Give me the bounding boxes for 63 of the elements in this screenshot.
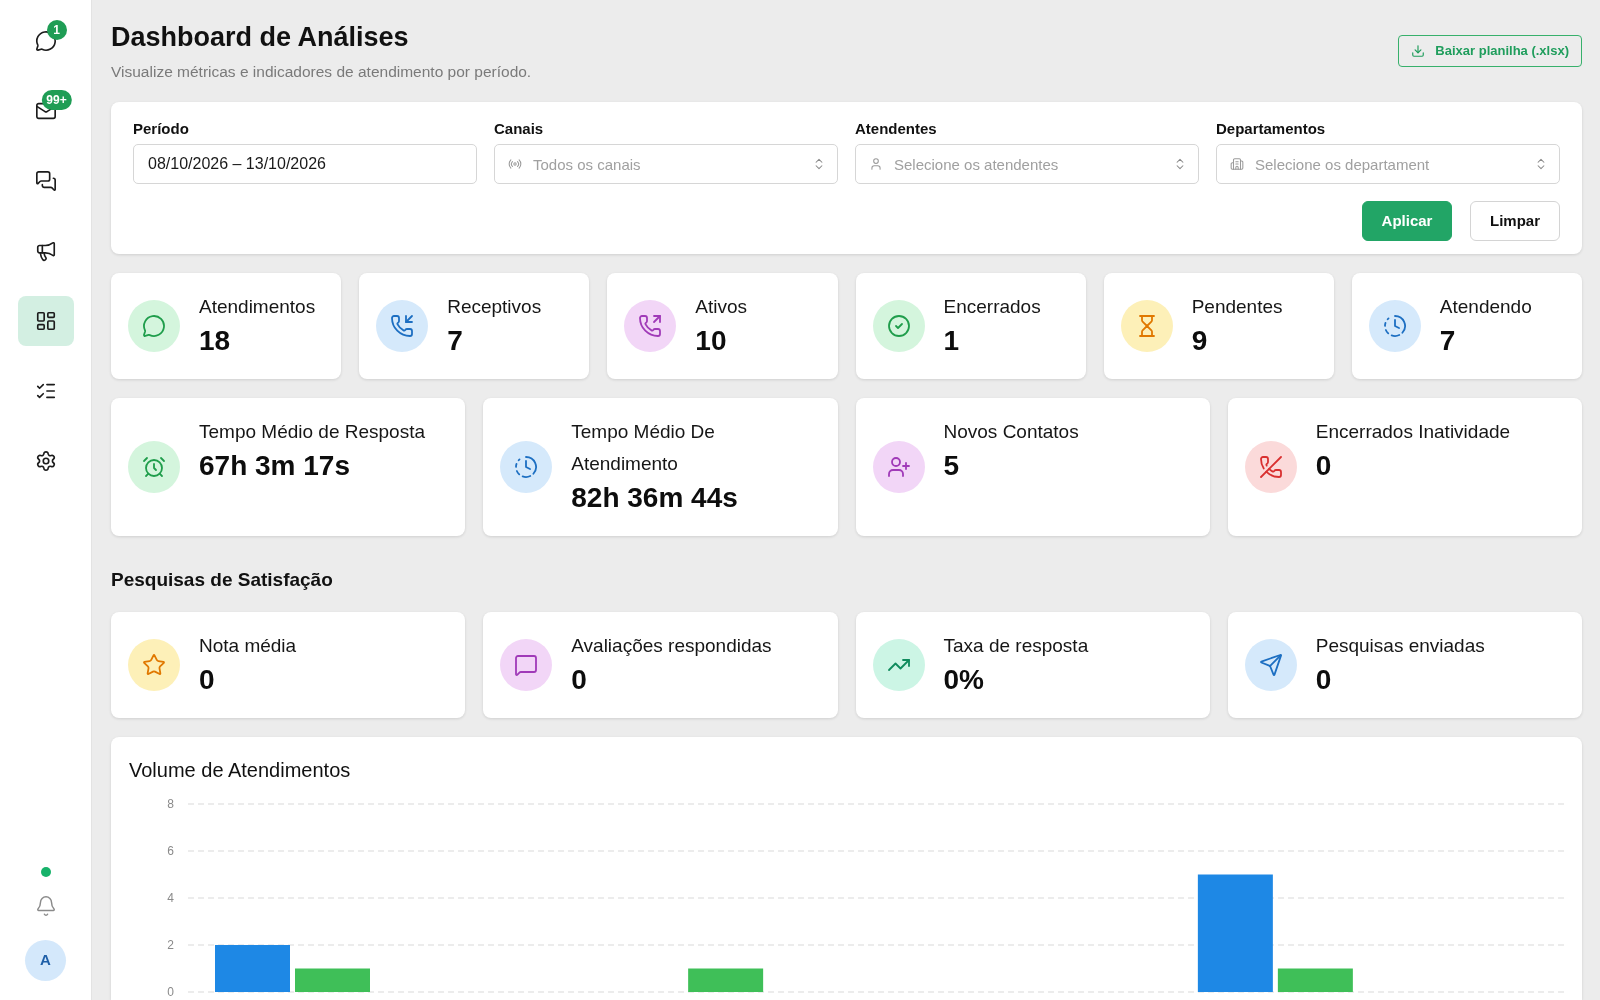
select-field[interactable]: Todos os canais (494, 144, 838, 184)
dashboard-icon (34, 310, 57, 332)
notification-badge: 1 (46, 20, 67, 40)
stat-label: Ativos (695, 295, 748, 319)
stat-value: 67h 3m 17s (199, 449, 351, 483)
date-range-field[interactable]: 08/10/2026 – 13/10/2026 (133, 144, 477, 184)
megaphone-icon (34, 240, 57, 262)
stat-label: Tempo Médio de Resposta (199, 420, 425, 444)
building-icon (1230, 157, 1244, 171)
stat-label: Receptivos (447, 295, 542, 319)
stat-label: Tempo Médio De Atendimento (571, 420, 716, 476)
chat-nav-button[interactable]: 1 (17, 16, 74, 66)
apply-button[interactable]: Aplicar (1362, 201, 1452, 241)
radio-waves-icon (508, 157, 522, 171)
stat-label: Novos Contatos (943, 420, 1079, 444)
stat-value: 10 (695, 324, 728, 358)
stat-value: 0 (199, 663, 216, 697)
stat-value: 7 (447, 324, 464, 358)
axis-tick-label: 4 (167, 891, 174, 905)
stat-label: Taxa de resposta (943, 634, 1089, 658)
stat-label: Pendentes (1191, 295, 1283, 319)
chat-bubbles-icon (34, 170, 57, 192)
page-title: Dashboard de Análises (111, 21, 410, 54)
chart-title: Volume de Atendimentos (128, 758, 352, 782)
stat-label: Nota média (199, 634, 297, 658)
stat-value: 5 (943, 449, 961, 483)
stat-value: 0 (571, 663, 588, 697)
page-subtitle: Visualize métricas e indicadores de atendimento por período. (111, 62, 532, 82)
avatar[interactable]: A (25, 940, 66, 981)
stat-value: 82h 36m 44s (571, 481, 739, 515)
stat-label: Encerrados (943, 295, 1041, 319)
settings-icon (34, 450, 57, 472)
stat-value: 9 (1191, 324, 1209, 358)
stat-label: Atendimentos (199, 295, 316, 319)
download-icon (1411, 44, 1426, 58)
person-icon (869, 157, 883, 171)
axis-tick-label: 6 (167, 844, 174, 858)
axis-tick-label: 2 (167, 938, 174, 952)
field-label: Atendentes (855, 119, 938, 139)
stat-value: 18 (199, 324, 232, 358)
stat-label: Encerrados Inatividade (1315, 420, 1511, 444)
stat-value: 0 (1315, 449, 1333, 483)
field-label: Canais (494, 119, 545, 139)
stat-value: 0% (943, 663, 985, 697)
download-spreadsheet-button[interactable]: Baixar planilha (.xlsx) (1398, 35, 1582, 67)
stat-label: Atendendo (1439, 295, 1532, 319)
stat-label: Avaliações respondidas (571, 634, 772, 658)
stat-label: Pesquisas enviadas (1315, 634, 1485, 658)
stat-value: 0 (1315, 663, 1333, 697)
axis-tick-label: 0 (167, 985, 174, 999)
notification-badge: 99+ (41, 90, 72, 110)
axis-tick-label: 8 (167, 797, 174, 811)
field-label: Departamentos (1216, 119, 1327, 139)
dashboard-nav-button[interactable] (17, 296, 74, 346)
stat-value: 7 (1439, 324, 1457, 358)
clear-button[interactable]: Limpar (1470, 201, 1560, 241)
select-field[interactable]: Selecione os departament (1216, 144, 1560, 184)
select-field[interactable]: Selecione os atendentes (855, 144, 1199, 184)
field-label: Período (133, 119, 190, 139)
mail-nav-button[interactable]: 99+ (17, 86, 74, 136)
bell-icon[interactable] (34, 895, 57, 917)
stat-value: 1 (943, 324, 961, 358)
section-title: Pesquisas de Satisfação (111, 568, 334, 592)
